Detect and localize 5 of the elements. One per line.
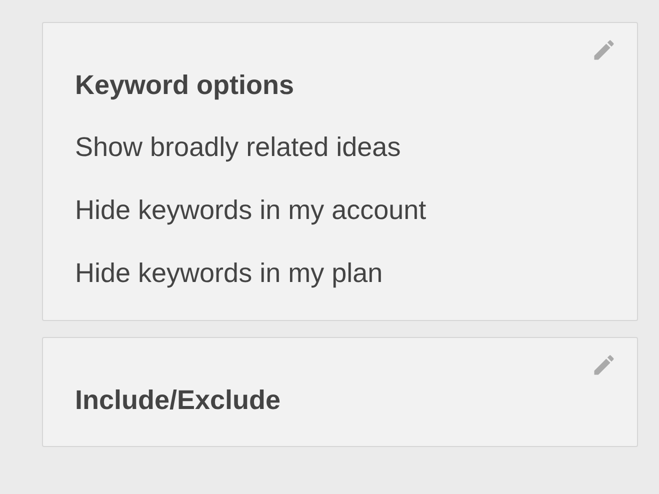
option-text: Show broadly related ideas [75, 131, 402, 164]
option-text: Hide keywords in my account [75, 194, 428, 227]
section-title: Keyword options [75, 69, 296, 101]
section-title: Include/Exclude [75, 384, 282, 416]
option-text: Hide keywords in my plan [75, 257, 384, 290]
